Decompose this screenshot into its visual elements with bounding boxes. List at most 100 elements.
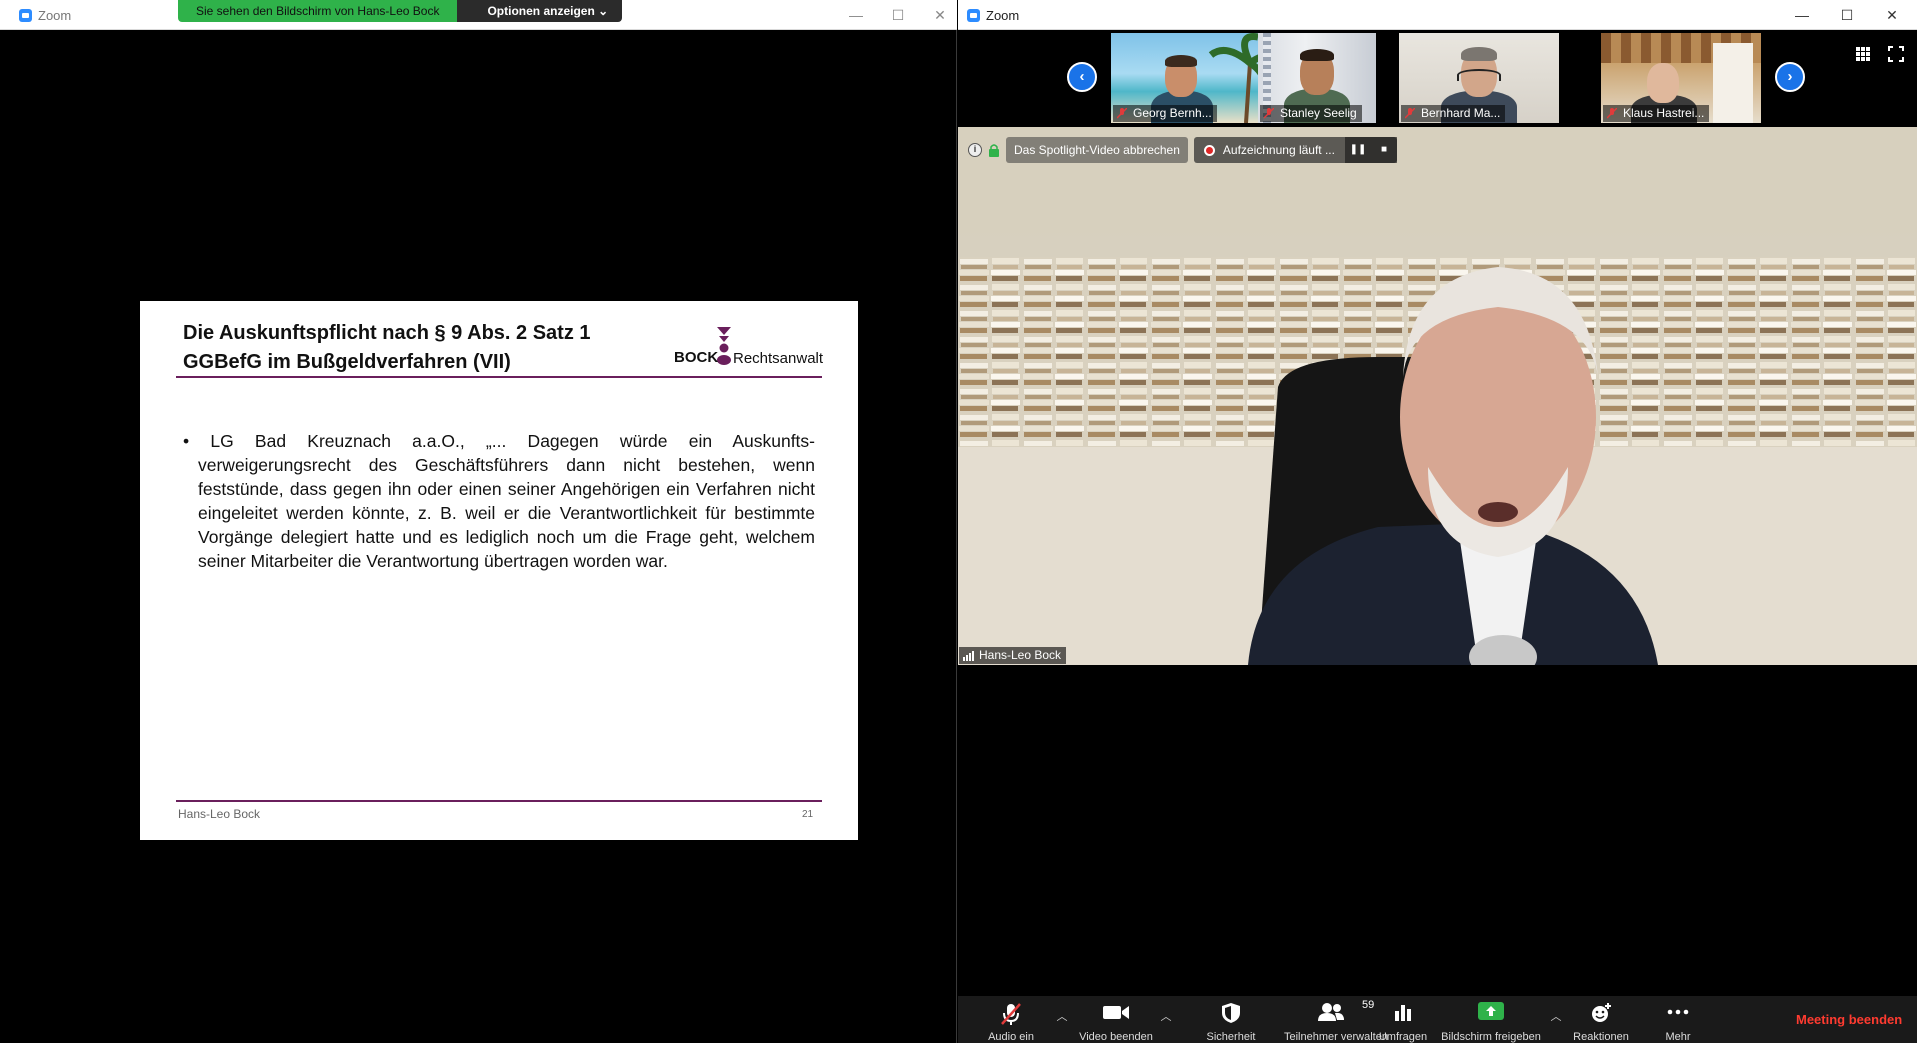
slide-title-line-1: Die Auskunftspflicht nach § 9 Abs. 2 Sat… xyxy=(183,322,591,344)
speaker-video-frame xyxy=(958,127,1917,665)
share-label: Bildschirm freigeben xyxy=(1441,1031,1541,1043)
shared-content-area: Die Auskunftspflicht nach § 9 Abs. 2 Sat… xyxy=(10,31,956,1043)
audio-label: Audio ein xyxy=(988,1031,1034,1043)
end-meeting-button[interactable]: Meeting beenden xyxy=(1796,1012,1902,1027)
next-page-button[interactable]: › xyxy=(1775,62,1805,92)
logo-bock-text: BOCK xyxy=(674,349,719,366)
participant-name-label: Klaus Hastrei... xyxy=(1603,105,1710,122)
slide-title: Die Auskunftspflicht nach § 9 Abs. 2 Sat… xyxy=(183,319,653,377)
polls-label: Umfragen xyxy=(1378,1031,1428,1043)
chevron-down-icon: ⌄ xyxy=(598,4,609,18)
slide-body-text: • LG Bad Kreuznach a.a.O., „... Dagegen … xyxy=(183,431,815,571)
share-screen-button[interactable]: Bildschirm freigeben xyxy=(1436,996,1546,1043)
viewing-screen-text: Sie sehen den Bildschirm von Hans-Leo Bo… xyxy=(178,0,458,22)
slide-footer-author: Hans-Leo Bock xyxy=(178,807,261,821)
headset-icon xyxy=(1457,69,1501,81)
stop-recording-button[interactable]: ■ xyxy=(1370,137,1397,163)
more-label: Mehr xyxy=(1665,1031,1691,1043)
participants-label: Teilnehmer verwalten xyxy=(1284,1031,1388,1043)
participant-name: Georg Bernh... xyxy=(1133,106,1212,120)
lock-icon[interactable] xyxy=(988,143,1000,157)
more-dots-icon xyxy=(1667,1009,1689,1015)
mic-muted-icon xyxy=(1117,108,1127,119)
gallery-view-icon[interactable] xyxy=(1855,46,1871,62)
slide-divider-top xyxy=(176,376,822,378)
window-background xyxy=(1713,43,1753,123)
participant-name: Bernhard Ma... xyxy=(1421,106,1501,120)
reactions-button[interactable]: Reaktionen xyxy=(1566,996,1636,1043)
zoom-logo-icon xyxy=(967,9,980,22)
video-options-chevron-up-icon[interactable]: ︿ xyxy=(1159,1008,1173,1023)
mic-muted-icon xyxy=(1001,1003,1021,1025)
unmute-audio-button[interactable]: Audio ein xyxy=(976,996,1046,1043)
participant-face xyxy=(1647,63,1679,103)
video-overlay-toolbar: i Das Spotlight-Video abbrechen Aufzeich… xyxy=(968,137,1397,163)
video-camera-icon xyxy=(1103,1006,1129,1019)
view-options-button[interactable]: Optionen anzeigen ⌄ xyxy=(457,0,623,22)
polls-button[interactable]: Umfragen xyxy=(1372,996,1434,1043)
shield-icon xyxy=(1222,1003,1240,1023)
participant-name: Stanley Seelig xyxy=(1280,106,1357,120)
participant-name: Klaus Hastrei... xyxy=(1623,106,1705,120)
logo-mark-icon xyxy=(717,327,731,365)
speaker-video: i Das Spotlight-Video abbrechen Aufzeich… xyxy=(958,127,1917,665)
cancel-spotlight-button[interactable]: Das Spotlight-Video abbrechen xyxy=(1006,137,1188,163)
maximize-icon[interactable]: ☐ xyxy=(1833,3,1861,27)
more-button[interactable]: Mehr xyxy=(1648,996,1708,1043)
reactions-label: Reaktionen xyxy=(1573,1031,1629,1043)
stop-video-button[interactable]: Video beenden xyxy=(1071,996,1161,1043)
minimize-icon[interactable]: — xyxy=(842,3,870,27)
participant-hair xyxy=(1300,49,1334,61)
participant-hair xyxy=(1461,47,1497,61)
recording-indicator: Aufzeichnung läuft ... ❚❚ ■ xyxy=(1193,137,1397,163)
chevron-right-icon: › xyxy=(1787,68,1793,85)
record-icon xyxy=(1203,144,1215,156)
meeting-window: Zoom — ☐ ✕ ‹ Georg Bernh... Stanley Seel… xyxy=(958,0,1917,1043)
shared-screen-window: Zoom — ☐ ✕ Sie sehen den Bildschirm von … xyxy=(0,0,957,1043)
info-icon[interactable]: i xyxy=(968,143,982,157)
slide-page-number: 21 xyxy=(802,809,814,820)
maximize-icon[interactable]: ☐ xyxy=(884,3,912,27)
share-banner: Sie sehen den Bildschirm von Hans-Leo Bo… xyxy=(178,0,623,22)
participants-icon xyxy=(1318,1003,1344,1021)
slide-title-line-2: GGBefG im Bußgeldverfahren (VII) xyxy=(183,351,511,373)
security-button[interactable]: Sicherheit xyxy=(1186,996,1276,1043)
participant-thumbnail[interactable]: Stanley Seelig xyxy=(1258,33,1376,123)
window-title: Zoom xyxy=(38,8,72,23)
chevron-left-icon: ‹ xyxy=(1079,68,1085,85)
slide-divider-bottom xyxy=(176,800,822,802)
video-label: Video beenden xyxy=(1079,1031,1153,1043)
participant-name-label: Stanley Seelig xyxy=(1260,105,1362,122)
share-screen-icon xyxy=(1478,1002,1504,1020)
emoji-reaction-icon xyxy=(1592,1003,1611,1022)
participant-name-label: Bernhard Ma... xyxy=(1401,105,1506,122)
meeting-controls-toolbar: Audio ein ︿ Video beenden ︿ Sicherheit T… xyxy=(958,996,1917,1043)
participant-thumbnail[interactable]: Georg Bernh... xyxy=(1111,33,1271,123)
participant-thumbnail[interactable]: Klaus Hastrei... xyxy=(1601,33,1761,123)
bock-rechtsanwalt-logo: BOCK Rechtsanwalt xyxy=(674,327,834,375)
zoom-logo-icon xyxy=(19,9,32,22)
share-options-chevron-up-icon[interactable]: ︿ xyxy=(1549,1008,1563,1023)
speaker-name-label: Hans-Leo Bock xyxy=(959,647,1067,664)
logo-rechtsanwalt-text: Rechtsanwalt xyxy=(733,350,824,367)
close-icon[interactable]: ✕ xyxy=(926,3,954,27)
presentation-slide: Die Auskunftspflicht nach § 9 Abs. 2 Sat… xyxy=(140,301,858,840)
minimize-icon[interactable]: — xyxy=(1788,3,1816,27)
fullscreen-icon[interactable] xyxy=(1888,46,1904,62)
speaker-name: Hans-Leo Bock xyxy=(979,648,1062,662)
security-label: Sicherheit xyxy=(1206,1031,1256,1043)
participant-thumbnail-strip: ‹ Georg Bernh... Stanley Seelig Bernhard… xyxy=(958,30,1917,127)
previous-page-button[interactable]: ‹ xyxy=(1067,62,1097,92)
title-bar: Zoom — ☐ ✕ xyxy=(958,0,1917,30)
mic-muted-icon xyxy=(1264,108,1274,119)
pause-recording-button[interactable]: ❚❚ xyxy=(1344,137,1371,163)
mic-muted-icon xyxy=(1607,108,1617,119)
signal-strength-icon xyxy=(963,651,974,661)
participant-hair xyxy=(1165,55,1197,67)
bar-chart-icon xyxy=(1395,1005,1411,1021)
close-icon[interactable]: ✕ xyxy=(1878,3,1906,27)
mic-muted-icon xyxy=(1405,108,1415,119)
audio-options-chevron-up-icon[interactable]: ︿ xyxy=(1055,1008,1069,1023)
participant-thumbnail[interactable]: Bernhard Ma... xyxy=(1399,33,1559,123)
window-title: Zoom xyxy=(986,8,1020,23)
